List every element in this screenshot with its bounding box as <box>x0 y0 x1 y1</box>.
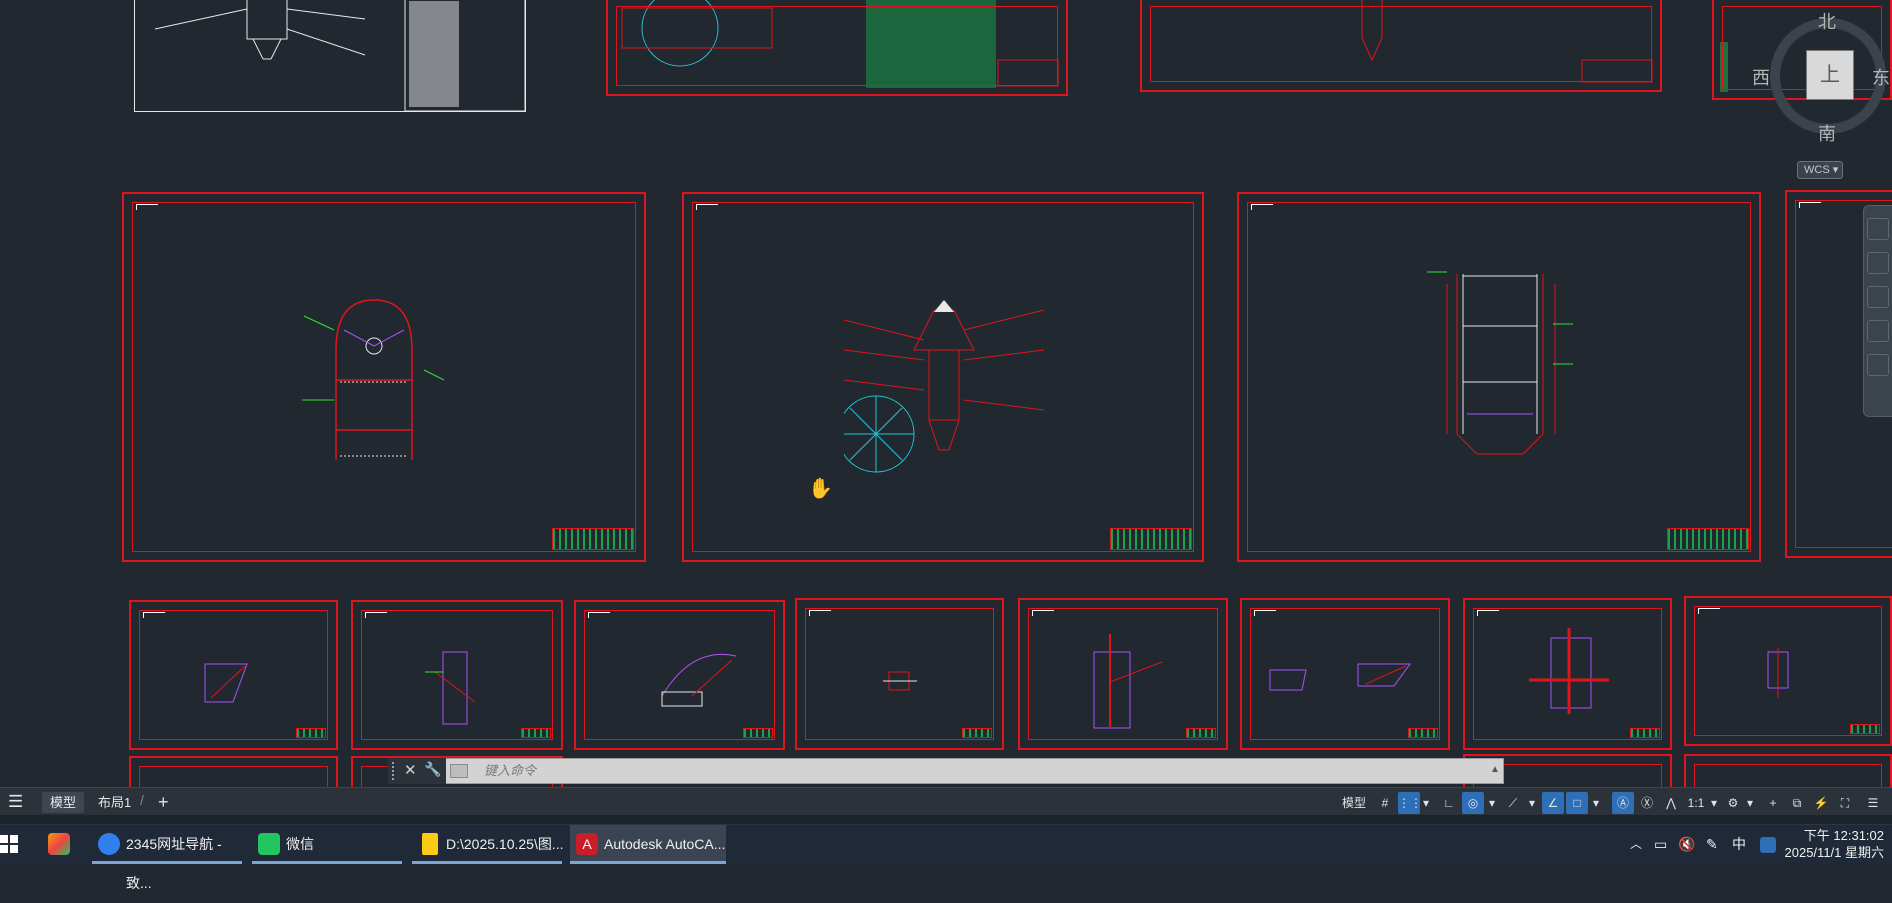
ime-mode[interactable]: 中 <box>1732 825 1746 864</box>
detail-sheet-6[interactable] <box>1240 598 1450 750</box>
windows-taskbar: 2345网址导航 - 致... 微信 D:\2025.10.25\图... A … <box>0 824 1892 891</box>
dropdown-icon[interactable]: ▾ <box>1744 792 1756 814</box>
cyclone-assembly-drawing <box>844 300 1045 473</box>
tab-separator: / <box>140 792 144 808</box>
dropdown-icon[interactable]: ▾ <box>1708 792 1720 814</box>
tower-section-drawing <box>1427 271 1573 455</box>
detail-sheet-2[interactable] <box>351 600 563 750</box>
zoom-extents-icon[interactable] <box>1867 286 1889 308</box>
ortho-icon[interactable]: ∟ <box>1438 792 1460 814</box>
workspace-gear-icon[interactable]: ⚙ <box>1722 792 1744 814</box>
taskbar-explorer-label: D:\2025.10.25\图... <box>446 836 564 852</box>
title-block <box>1110 528 1192 550</box>
hamburger-menu-icon[interactable]: ☰ <box>8 792 23 812</box>
title-block <box>552 528 634 550</box>
status-model-button[interactable]: 模型 <box>1338 792 1370 814</box>
taskbar-autocad[interactable]: A Autodesk AutoCA... <box>570 825 726 864</box>
compass-south[interactable]: 南 <box>1818 120 1836 146</box>
folder-icon <box>422 833 438 855</box>
orbit-icon[interactable] <box>1867 320 1889 342</box>
auto-scale-icon[interactable]: Ⓧ <box>1636 792 1658 814</box>
partial-sheet-4[interactable] <box>1684 754 1892 787</box>
paper-sheet-top-left <box>134 0 526 112</box>
compass-east[interactable]: 东 <box>1872 64 1890 90</box>
drawing-sheet-large-1[interactable] <box>122 192 646 562</box>
taskbar-browser[interactable]: 2345网址导航 - 致... <box>92 825 242 891</box>
volume-muted-icon[interactable]: 🔇 <box>1678 825 1695 864</box>
layout-tabs-bar: ☰ 模型 布局1 / + 模型 # ⋮⋮ ▾ ∟ ◎ ▾ ⟋ ▾ ∠ □ ▾ Ⓐ… <box>0 787 1892 815</box>
navigation-bar <box>1863 205 1892 417</box>
grid-icon[interactable]: # <box>1374 792 1396 814</box>
command-input[interactable]: 键入命令 <box>448 760 1488 782</box>
detail-sheet-8[interactable] <box>1684 596 1892 746</box>
compass-west[interactable]: 西 <box>1752 64 1770 90</box>
plus-icon[interactable]: + <box>1762 792 1784 814</box>
polar-tracking-icon[interactable]: ◎ <box>1462 792 1484 814</box>
wcs-label: WCS <box>1804 164 1830 176</box>
browser-icon <box>98 833 120 855</box>
dropdown-icon[interactable]: ▾ <box>1590 792 1602 814</box>
wrench-icon[interactable]: 🔧 <box>424 761 441 778</box>
drawing-canvas[interactable]: ✋ 上 北 南 东 西 WCS ▾ ✕ 🔧 键入命令 ▲ <box>0 0 1892 787</box>
window-edge <box>0 815 1892 824</box>
clock-date: 2025/11/1 星期六 <box>1784 845 1884 860</box>
viewcube-top-face[interactable]: 上 <box>1806 50 1854 100</box>
network-icon[interactable]: ▭ <box>1654 825 1667 864</box>
object-snap-tracking-icon[interactable]: ∠ <box>1542 792 1564 814</box>
snap-mode-icon[interactable]: ⋮⋮ <box>1398 792 1422 814</box>
wechat-icon <box>258 833 280 855</box>
customization-menu-icon[interactable]: ☰ <box>1862 792 1884 814</box>
windows-start-icon[interactable] <box>0 835 18 853</box>
partial-sheet-1[interactable] <box>129 756 338 787</box>
dropdown-icon[interactable]: ▾ <box>1486 792 1498 814</box>
taskbar-autocad-label: Autodesk AutoCA... <box>604 836 726 852</box>
pan-icon[interactable] <box>1867 252 1889 274</box>
steering-wheel-icon[interactable] <box>1867 218 1889 240</box>
pen-icon[interactable]: ✎ <box>1706 825 1718 864</box>
tab-model[interactable]: 模型 <box>42 792 85 813</box>
taskbar-wechat-label: 微信 <box>286 836 314 852</box>
system-clock[interactable]: 下午 12:31:02 2025/11/1 星期六 <box>1785 827 1884 861</box>
annotation-visibility-icon[interactable]: Ⓐ <box>1612 792 1634 814</box>
dropdown-icon[interactable]: ▾ <box>1420 792 1432 814</box>
detail-sheet-1[interactable] <box>129 600 338 750</box>
ime-icon[interactable] <box>1760 825 1776 864</box>
command-line-controls: ✕ 🔧 <box>388 758 446 784</box>
clock-time: 下午 12:31:02 <box>1803 828 1884 843</box>
vessel-section-drawing <box>302 299 445 460</box>
showmotion-icon[interactable] <box>1867 354 1889 376</box>
pan-hand-cursor-icon: ✋ <box>808 478 833 500</box>
wcs-menu[interactable]: WCS ▾ <box>1797 161 1843 179</box>
close-icon[interactable]: ✕ <box>404 761 417 779</box>
detail-sheet-3[interactable] <box>574 600 785 750</box>
drawing-sheet-large-3[interactable] <box>1237 192 1761 562</box>
isolate-objects-icon[interactable]: ⧉ <box>1786 792 1808 814</box>
dropdown-icon[interactable]: ▾ <box>1526 792 1538 814</box>
title-block <box>1667 528 1749 550</box>
taskbar-wechat[interactable]: 微信 <box>252 825 402 864</box>
detail-sheet-4[interactable] <box>795 598 1004 750</box>
detail-sheet-7[interactable] <box>1463 598 1672 750</box>
compass-north[interactable]: 北 <box>1818 8 1836 34</box>
tab-layout1[interactable]: 布局1 <box>90 792 139 813</box>
command-expand-icon[interactable]: ▲ <box>1490 764 1500 775</box>
tray-overflow-icon[interactable]: ︿ <box>1630 825 1642 864</box>
detail-sheet-5[interactable] <box>1018 598 1228 750</box>
drawing-sheet-top-2[interactable] <box>606 0 1068 96</box>
hardware-acceleration-icon[interactable]: ⚡ <box>1810 792 1832 814</box>
drawing-sheet-top-3[interactable] <box>1140 0 1662 92</box>
annotation-scale-icon[interactable]: ⋀ <box>1660 792 1682 814</box>
isodraft-icon[interactable]: ⟋ <box>1502 792 1524 814</box>
annotation-scale-value[interactable]: 1:1 <box>1684 792 1708 814</box>
viewcube[interactable]: 上 北 南 东 西 WCS ▾ <box>1752 0 1892 190</box>
drawing-sheet-large-2[interactable] <box>682 192 1204 562</box>
clean-screen-icon[interactable]: ⛶ <box>1834 792 1856 814</box>
grip-handle-icon[interactable] <box>392 762 396 780</box>
taskbar-explorer[interactable]: D:\2025.10.25\图... <box>412 825 564 864</box>
app-store-icon[interactable] <box>48 833 70 855</box>
object-snap-icon[interactable]: □ <box>1566 792 1588 814</box>
autocad-icon: A <box>576 833 598 855</box>
add-layout-button[interactable]: + <box>150 792 177 813</box>
